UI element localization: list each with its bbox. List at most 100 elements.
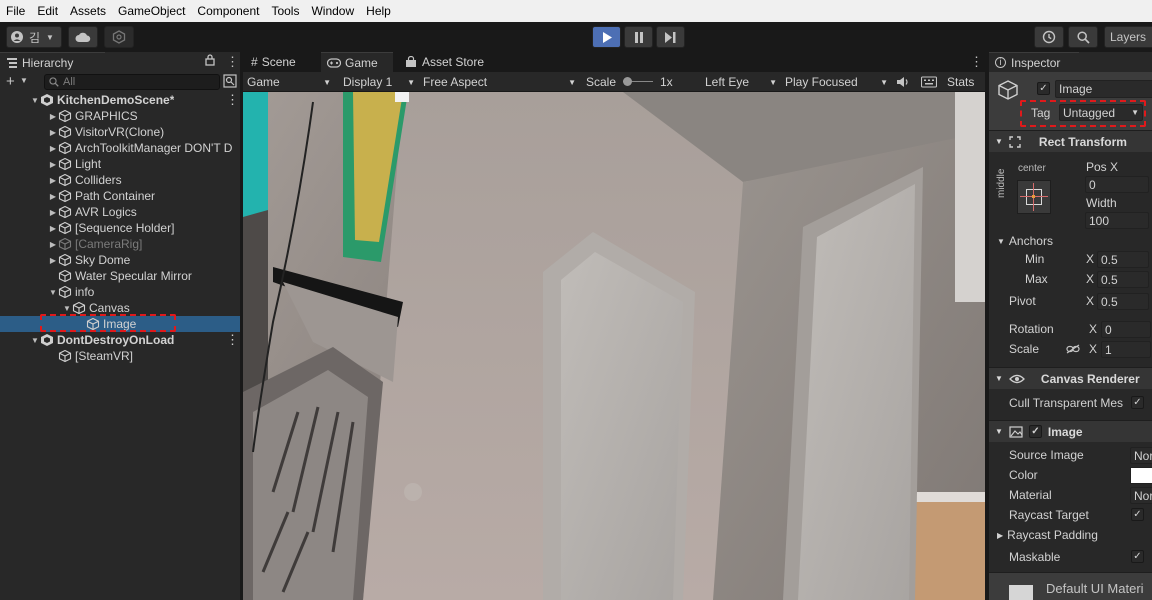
chevron-right-icon[interactable]: ▶: [48, 112, 58, 121]
hierarchy-item[interactable]: ▶ [CameraRig]: [0, 236, 240, 252]
menu-component[interactable]: Component: [191, 0, 265, 22]
chevron-down-icon[interactable]: ▼: [20, 76, 28, 85]
chevron-down-icon[interactable]: ▼: [48, 288, 58, 297]
chevron-right-icon[interactable]: ▶: [48, 160, 58, 169]
play-button[interactable]: [592, 26, 621, 48]
hierarchy-item[interactable]: Water Specular Mirror: [0, 268, 240, 284]
object-name-field[interactable]: Image: [1055, 80, 1152, 98]
tab-inspector[interactable]: i Inspector: [989, 52, 1079, 72]
anchor-preset-button[interactable]: [1017, 180, 1051, 214]
eye-dropdown[interactable]: Left Eye ▼: [705, 72, 777, 92]
tab-game[interactable]: Game: [321, 52, 393, 72]
chevron-down-icon[interactable]: ▼: [62, 304, 72, 313]
color-swatch[interactable]: [1130, 467, 1152, 484]
step-button[interactable]: [656, 26, 685, 48]
active-checkbox[interactable]: ✓: [1037, 82, 1050, 95]
menu-gameobject[interactable]: GameObject: [112, 0, 191, 22]
game-viewport[interactable]: [243, 92, 985, 600]
gameobject-cube-icon: [58, 285, 72, 299]
scene-visibility-icon[interactable]: [223, 74, 237, 91]
keyboard-shortcut-button[interactable]: [921, 72, 937, 92]
stats-button[interactable]: Stats: [947, 72, 974, 92]
chevron-right-icon[interactable]: ▶: [48, 144, 58, 153]
chevron-down-icon[interactable]: ▼: [30, 336, 40, 345]
more-options-icon[interactable]: ⋮: [226, 332, 239, 348]
rotation-x-field[interactable]: 0: [1101, 321, 1151, 338]
tab-scene[interactable]: # Scene: [245, 52, 315, 72]
scale-x-field[interactable]: 1: [1101, 341, 1151, 358]
tab-hierarchy[interactable]: Hierarchy: [0, 52, 105, 72]
pivot-x-field[interactable]: 0.5: [1097, 293, 1149, 310]
collab-button[interactable]: [104, 26, 134, 48]
menu-edit[interactable]: Edit: [31, 0, 64, 22]
more-options-icon[interactable]: ⋮: [226, 92, 239, 108]
chevron-down-icon: ▼: [995, 427, 1003, 436]
tab-game-label: Game: [345, 55, 378, 70]
hierarchy-item[interactable]: ▼ info: [0, 284, 240, 300]
hierarchy-item[interactable]: ▶ VisitorVR(Clone): [0, 124, 240, 140]
tab-asset-store[interactable]: Asset Store: [399, 52, 499, 72]
source-image-field[interactable]: Nor: [1130, 447, 1152, 464]
hierarchy-item[interactable]: ▶ Light: [0, 156, 240, 172]
aspect-dropdown[interactable]: Free Aspect ▼: [423, 72, 576, 92]
hierarchy-item-label: info: [75, 285, 95, 299]
chevron-right-icon[interactable]: ▶: [48, 224, 58, 233]
menu-assets[interactable]: Assets: [64, 0, 112, 22]
width-field[interactable]: 100: [1085, 212, 1149, 229]
audio-mute-button[interactable]: [896, 72, 910, 92]
more-options-icon[interactable]: ⋮: [226, 54, 239, 70]
raycast-target-checkbox[interactable]: ✓: [1131, 508, 1144, 521]
rect-transform-header[interactable]: ▼ Rect Transform: [989, 130, 1152, 152]
min-x-label: X: [1086, 252, 1095, 266]
anchors-foldout[interactable]: ▼ Anchors: [997, 231, 1053, 251]
hierarchy-item[interactable]: ▶ Path Container: [0, 188, 240, 204]
link-icon[interactable]: [1066, 344, 1080, 354]
hierarchy-item[interactable]: [SteamVR]: [0, 348, 240, 364]
image-component-header[interactable]: ▼ ✓ Image: [989, 420, 1152, 442]
hierarchy-scene-row[interactable]: ▼ KitchenDemoScene* ⋮: [0, 92, 240, 108]
menu-tools[interactable]: Tools: [265, 0, 305, 22]
hierarchy-item[interactable]: ▶ AVR Logics: [0, 204, 240, 220]
cloud-button[interactable]: [68, 26, 98, 48]
menu-help[interactable]: Help: [360, 0, 397, 22]
hierarchy-item[interactable]: ▶ ArchToolkitManager DON'T D: [0, 140, 240, 156]
material-field[interactable]: Nor: [1130, 487, 1152, 504]
raycast-padding-foldout[interactable]: ▶ Raycast Padding: [997, 525, 1098, 545]
chevron-right-icon[interactable]: ▶: [48, 128, 58, 137]
hierarchy-item[interactable]: ▶ Colliders: [0, 172, 240, 188]
play-focus-dropdown[interactable]: Play Focused ▼: [785, 72, 888, 92]
history-button[interactable]: [1034, 26, 1064, 48]
chevron-right-icon[interactable]: ▶: [48, 192, 58, 201]
hierarchy-item[interactable]: ▶ [Sequence Holder]: [0, 220, 240, 236]
menu-file[interactable]: File: [0, 0, 31, 22]
more-options-icon[interactable]: ⋮: [970, 54, 983, 70]
search-button[interactable]: [1068, 26, 1098, 48]
scale-slider[interactable]: [623, 72, 655, 92]
display-dropdown[interactable]: Display 1 ▼: [343, 72, 415, 92]
anchor-max-x-field[interactable]: 0.5: [1097, 271, 1149, 288]
chevron-right-icon[interactable]: ▶: [48, 176, 58, 185]
anchor-min-x-field[interactable]: 0.5: [1097, 251, 1149, 268]
max-x-label: X: [1086, 272, 1095, 286]
chevron-right-icon[interactable]: ▶: [48, 208, 58, 217]
canvas-renderer-header[interactable]: ▼ Canvas Renderer: [989, 367, 1152, 389]
hierarchy-item[interactable]: ▶ Sky Dome: [0, 252, 240, 268]
cull-checkbox[interactable]: ✓: [1131, 396, 1144, 409]
add-icon[interactable]: +: [6, 73, 15, 90]
posx-field[interactable]: 0: [1085, 176, 1149, 193]
maskable-checkbox[interactable]: ✓: [1131, 550, 1144, 563]
layers-dropdown[interactable]: Layers: [1104, 26, 1152, 48]
hierarchy-search-input[interactable]: All: [44, 74, 220, 90]
chevron-right-icon[interactable]: ▶: [48, 256, 58, 265]
gameobject-cube-icon: [58, 269, 72, 283]
chevron-right-icon[interactable]: ▶: [48, 240, 58, 249]
image-enabled-checkbox[interactable]: ✓: [1028, 425, 1042, 438]
account-dropdown[interactable]: 김 ▼: [6, 26, 62, 48]
lock-icon[interactable]: [205, 54, 215, 69]
hierarchy-scene-row[interactable]: ▼ DontDestroyOnLoad ⋮: [0, 332, 240, 348]
chevron-down-icon[interactable]: ▼: [30, 96, 40, 105]
hierarchy-item[interactable]: ▶ GRAPHICS: [0, 108, 240, 124]
menu-window[interactable]: Window: [305, 0, 360, 22]
game-mode-dropdown[interactable]: Game ▼: [247, 72, 333, 92]
pause-button[interactable]: [624, 26, 653, 48]
